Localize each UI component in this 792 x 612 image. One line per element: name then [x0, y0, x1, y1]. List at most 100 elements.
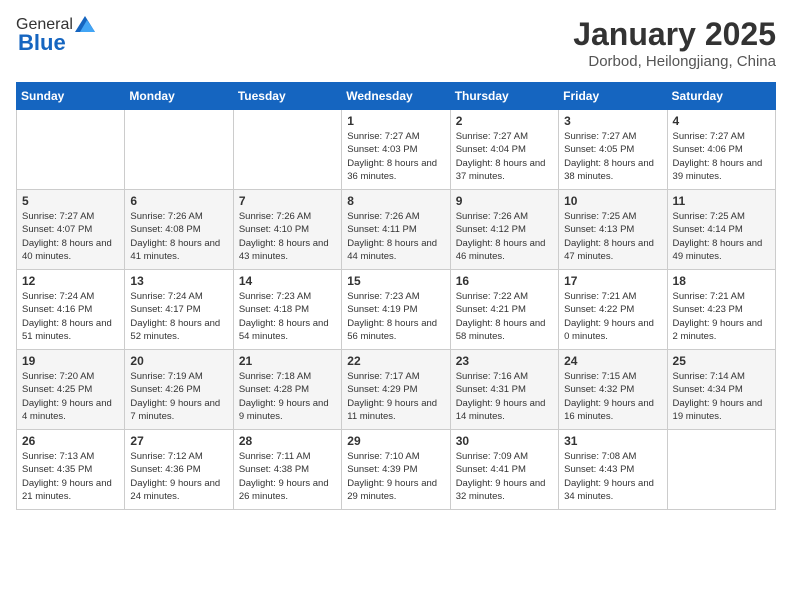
day-number: 14 — [239, 274, 336, 288]
day-number: 15 — [347, 274, 444, 288]
calendar-day-cell: 20 Sunrise: 7:19 AM Sunset: 4:26 PM Dayli… — [125, 350, 233, 430]
day-info: Sunrise: 7:16 AM Sunset: 4:31 PM Dayligh… — [456, 370, 553, 423]
calendar-day-cell: 28Sunrise: 7:11 AM Sunset: 4:38 PM Dayli… — [233, 430, 341, 510]
day-info: Sunrise: 7:12 AM Sunset: 4:36 PM Dayligh… — [130, 450, 227, 503]
calendar-day-cell: 10 Sunrise: 7:25 AM Sunset: 4:13 PM Dayli… — [559, 190, 667, 270]
calendar-body: 1 Sunrise: 7:27 AM Sunset: 4:03 PM Daylig… — [17, 110, 776, 510]
day-number: 30 — [456, 434, 553, 448]
day-info: Sunrise: 7:23 AM Sunset: 4:18 PM Dayligh… — [239, 290, 336, 343]
calendar-day-cell: 21 Sunrise: 7:18 AM Sunset: 4:28 PM Dayli… — [233, 350, 341, 430]
day-number: 21 — [239, 354, 336, 368]
calendar-day-cell: 9 Sunrise: 7:26 AM Sunset: 4:12 PM Daylig… — [450, 190, 558, 270]
day-info: Sunrise: 7:14 AM Sunset: 4:34 PM Dayligh… — [673, 370, 770, 423]
weekday-header-cell: Wednesday — [342, 83, 450, 110]
day-info: Sunrise: 7:27 AM Sunset: 4:03 PM Dayligh… — [347, 130, 444, 183]
day-info: Sunrise: 7:26 AM Sunset: 4:12 PM Dayligh… — [456, 210, 553, 263]
day-number: 2 — [456, 114, 553, 128]
day-info: Sunrise: 7:25 AM Sunset: 4:14 PM Dayligh… — [673, 210, 770, 263]
day-number: 24 — [564, 354, 661, 368]
calendar-day-cell: 23 Sunrise: 7:16 AM Sunset: 4:31 PM Dayli… — [450, 350, 558, 430]
calendar-day-cell — [233, 110, 341, 190]
day-info: Sunrise: 7:26 AM Sunset: 4:11 PM Dayligh… — [347, 210, 444, 263]
calendar-day-cell — [667, 430, 775, 510]
month-title: January 2025 — [573, 16, 776, 53]
calendar-day-cell: 18Sunrise: 7:21 AM Sunset: 4:23 PM Dayli… — [667, 270, 775, 350]
calendar-day-cell — [17, 110, 125, 190]
calendar-day-cell: 29 Sunrise: 7:10 AM Sunset: 4:39 PM Dayli… — [342, 430, 450, 510]
calendar-day-cell: 25 Sunrise: 7:14 AM Sunset: 4:34 PM Dayli… — [667, 350, 775, 430]
weekday-header-cell: Thursday — [450, 83, 558, 110]
calendar-week-row: 5Sunrise: 7:27 AM Sunset: 4:07 PM Daylig… — [17, 190, 776, 270]
logo-blue-text: Blue — [18, 30, 66, 56]
calendar-day-cell: 16 Sunrise: 7:22 AM Sunset: 4:21 PM Dayli… — [450, 270, 558, 350]
day-info: Sunrise: 7:18 AM Sunset: 4:28 PM Dayligh… — [239, 370, 336, 423]
weekday-header-cell: Friday — [559, 83, 667, 110]
day-number: 13 — [130, 274, 227, 288]
logo-icon — [75, 16, 95, 32]
day-info: Sunrise: 7:24 AM Sunset: 4:16 PM Dayligh… — [22, 290, 119, 343]
day-info: Sunrise: 7:17 AM Sunset: 4:29 PM Dayligh… — [347, 370, 444, 423]
calendar-day-cell: 13Sunrise: 7:24 AM Sunset: 4:17 PM Dayli… — [125, 270, 233, 350]
calendar-day-cell: 7 Sunrise: 7:26 AM Sunset: 4:10 PM Daylig… — [233, 190, 341, 270]
calendar-day-cell: 12 Sunrise: 7:24 AM Sunset: 4:16 PM Dayli… — [17, 270, 125, 350]
day-number: 11 — [673, 194, 770, 208]
location-subtitle: Dorbod, Heilongjiang, China — [573, 53, 776, 70]
calendar-day-cell: 30 Sunrise: 7:09 AM Sunset: 4:41 PM Dayli… — [450, 430, 558, 510]
day-info: Sunrise: 7:25 AM Sunset: 4:13 PM Dayligh… — [564, 210, 661, 263]
calendar-week-row: 12 Sunrise: 7:24 AM Sunset: 4:16 PM Dayli… — [17, 270, 776, 350]
calendar-week-row: 1 Sunrise: 7:27 AM Sunset: 4:03 PM Daylig… — [17, 110, 776, 190]
day-info: Sunrise: 7:19 AM Sunset: 4:26 PM Dayligh… — [130, 370, 227, 423]
calendar-day-cell: 26 Sunrise: 7:13 AM Sunset: 4:35 PM Dayli… — [17, 430, 125, 510]
calendar-day-cell: 17Sunrise: 7:21 AM Sunset: 4:22 PM Dayli… — [559, 270, 667, 350]
day-number: 9 — [456, 194, 553, 208]
day-number: 5 — [22, 194, 119, 208]
day-number: 27 — [130, 434, 227, 448]
title-area: January 2025 Dorbod, Heilongjiang, China — [573, 16, 776, 70]
calendar-week-row: 26 Sunrise: 7:13 AM Sunset: 4:35 PM Dayli… — [17, 430, 776, 510]
day-info: Sunrise: 7:09 AM Sunset: 4:41 PM Dayligh… — [456, 450, 553, 503]
calendar-day-cell: 8 Sunrise: 7:26 AM Sunset: 4:11 PM Daylig… — [342, 190, 450, 270]
day-number: 16 — [456, 274, 553, 288]
day-number: 28 — [239, 434, 336, 448]
calendar-week-row: 19Sunrise: 7:20 AM Sunset: 4:25 PM Dayli… — [17, 350, 776, 430]
day-number: 7 — [239, 194, 336, 208]
day-number: 29 — [347, 434, 444, 448]
calendar-day-cell: 14 Sunrise: 7:23 AM Sunset: 4:18 PM Dayli… — [233, 270, 341, 350]
day-number: 20 — [130, 354, 227, 368]
calendar-day-cell: 3 Sunrise: 7:27 AM Sunset: 4:05 PM Daylig… — [559, 110, 667, 190]
calendar-day-cell: 22 Sunrise: 7:17 AM Sunset: 4:29 PM Dayli… — [342, 350, 450, 430]
day-info: Sunrise: 7:13 AM Sunset: 4:35 PM Dayligh… — [22, 450, 119, 503]
weekday-header-cell: Saturday — [667, 83, 775, 110]
day-info: Sunrise: 7:20 AM Sunset: 4:25 PM Dayligh… — [22, 370, 119, 423]
calendar-day-cell: 24 Sunrise: 7:15 AM Sunset: 4:32 PM Dayli… — [559, 350, 667, 430]
logo: General Blue — [16, 16, 95, 56]
day-info: Sunrise: 7:27 AM Sunset: 4:05 PM Dayligh… — [564, 130, 661, 183]
day-number: 12 — [22, 274, 119, 288]
day-number: 18 — [673, 274, 770, 288]
day-number: 25 — [673, 354, 770, 368]
calendar-day-cell: 15 Sunrise: 7:23 AM Sunset: 4:19 PM Dayli… — [342, 270, 450, 350]
day-number: 8 — [347, 194, 444, 208]
day-number: 22 — [347, 354, 444, 368]
day-info: Sunrise: 7:23 AM Sunset: 4:19 PM Dayligh… — [347, 290, 444, 343]
calendar-day-cell: 31Sunrise: 7:08 AM Sunset: 4:43 PM Dayli… — [559, 430, 667, 510]
day-info: Sunrise: 7:15 AM Sunset: 4:32 PM Dayligh… — [564, 370, 661, 423]
weekday-header-cell: Monday — [125, 83, 233, 110]
day-number: 17 — [564, 274, 661, 288]
day-info: Sunrise: 7:27 AM Sunset: 4:04 PM Dayligh… — [456, 130, 553, 183]
day-number: 23 — [456, 354, 553, 368]
weekday-header-cell: Tuesday — [233, 83, 341, 110]
day-number: 3 — [564, 114, 661, 128]
calendar-day-cell: 27 Sunrise: 7:12 AM Sunset: 4:36 PM Dayli… — [125, 430, 233, 510]
day-number: 1 — [347, 114, 444, 128]
day-info: Sunrise: 7:08 AM Sunset: 4:43 PM Dayligh… — [564, 450, 661, 503]
day-info: Sunrise: 7:27 AM Sunset: 4:06 PM Dayligh… — [673, 130, 770, 183]
day-number: 6 — [130, 194, 227, 208]
day-info: Sunrise: 7:22 AM Sunset: 4:21 PM Dayligh… — [456, 290, 553, 343]
day-number: 26 — [22, 434, 119, 448]
calendar-day-cell: 2 Sunrise: 7:27 AM Sunset: 4:04 PM Daylig… — [450, 110, 558, 190]
day-number: 10 — [564, 194, 661, 208]
day-info: Sunrise: 7:10 AM Sunset: 4:39 PM Dayligh… — [347, 450, 444, 503]
calendar-table: SundayMondayTuesdayWednesdayThursdayFrid… — [16, 82, 776, 510]
day-info: Sunrise: 7:26 AM Sunset: 4:10 PM Dayligh… — [239, 210, 336, 263]
